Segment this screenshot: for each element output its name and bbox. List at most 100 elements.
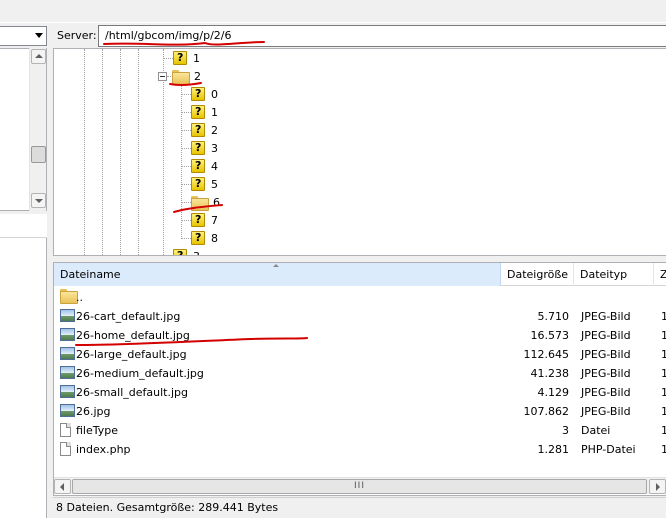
unknown-folder-icon [173,51,187,65]
tree-node[interactable]: 3 [173,248,200,256]
image-file-icon [60,328,75,341]
tree-node[interactable]: 3 [191,140,218,156]
hscroll-thumb[interactable]: III [72,479,647,494]
column-header-filename[interactable]: Dateiname [54,263,501,286]
local-tree-scrollbar[interactable] [29,48,46,211]
tree-node[interactable]: 0 [191,86,218,102]
tree-node-label: 0 [211,87,218,101]
file-row[interactable]: index.php 1.281 PHP-Datei 1 [54,440,666,459]
file-type: JPEG-Bild [581,310,631,323]
scroll-down-button[interactable] [31,193,46,208]
tree-node-expanded[interactable]: 2 [172,68,201,85]
file-row[interactable]: 26-small_default.jpg 4.129 JPEG-Bild 1 [54,383,666,402]
tree-node-label: 1 [211,105,218,119]
file-name: 26-home_default.jpg [76,329,190,342]
toolbar-separator [0,22,666,23]
tree-guide-line [181,184,191,185]
tree-guide-line [181,94,191,95]
remote-file-list[interactable]: Dateiname Dateigröße Dateityp Z .. 26-ca… [53,262,666,496]
file-modified: 1 [661,364,666,383]
tree-node[interactable]: 5 [191,176,218,192]
file-name: 26.jpg [76,405,111,418]
file-size: 16.573 [530,329,570,342]
file-type: JPEG-Bild [581,329,631,342]
column-header-modified[interactable]: Z [654,263,666,286]
file-name: fileType [76,424,119,437]
folder-icon [191,195,209,211]
column-header-label: Z [660,268,666,281]
tree-node[interactable]: 2 [191,122,218,138]
file-size: 41.238 [530,367,570,380]
tree-guide-line [138,49,139,255]
scroll-up-button[interactable] [31,49,46,64]
arrow-down-icon [35,199,43,203]
server-path-input[interactable]: /html/gbcom/img/p/2/6 [98,25,666,47]
file-modified: 1 [661,383,666,402]
image-file-icon [60,347,75,360]
tree-node[interactable]: 7 [191,212,218,228]
file-type: JPEG-Bild [581,405,631,418]
tree-node-label: 4 [211,159,218,173]
file-row-parent-dir[interactable]: .. [54,288,666,307]
file-modified: 1 [661,326,666,345]
unknown-folder-icon [191,123,205,137]
tree-node[interactable]: 8 [191,230,218,246]
tree-guide-line [181,85,182,239]
file-list-hscrollbar[interactable]: III [54,477,666,494]
image-file-icon [60,404,75,417]
unknown-folder-icon [191,177,205,191]
tree-guide-line [120,49,121,255]
arrow-left-icon [60,483,64,491]
unknown-folder-icon [173,249,187,255]
unknown-folder-icon [191,159,205,173]
tree-node[interactable]: 1 [173,50,200,66]
file-row[interactable]: fileType 3 Datei 1 [54,421,666,440]
tree-node[interactable]: 4 [191,158,218,174]
tree-node[interactable]: 1 [191,104,218,120]
tree-guide-line [163,58,173,59]
file-modified: 1 [661,307,666,326]
tree-node-label: 2 [194,69,201,83]
tree-guide-line [181,112,191,113]
file-row[interactable]: 26.jpg 107.862 JPEG-Bild 1 [54,402,666,421]
tree-node-label: 1 [193,51,200,65]
column-header-filetype[interactable]: Dateityp [574,263,654,286]
scroll-thumb[interactable] [31,146,46,163]
tree-node-label: 2 [211,123,218,137]
tree-node-label: 3 [193,249,200,256]
file-modified: 1 [661,440,666,459]
unknown-folder-icon [191,231,205,245]
file-name: .. [76,291,83,304]
file-row[interactable]: 26-medium_default.jpg 41.238 JPEG-Bild 1 [54,364,666,383]
file-row[interactable]: 26-large_default.jpg 112.645 JPEG-Bild 1 [54,345,666,364]
scroll-right-button[interactable] [649,479,666,494]
tree-node-label: 6 [213,195,220,209]
file-size: 1.281 [537,443,570,456]
unknown-folder-icon [191,87,205,101]
file-type: JPEG-Bild [581,348,631,361]
remote-directory-tree[interactable]: 1 2 0 1 2 3 4 5 6 7 8 3 [53,48,666,256]
local-file-list-header[interactable] [0,214,47,238]
file-name: index.php [76,443,131,456]
tree-node-selected[interactable]: 6 [191,194,220,211]
local-file-list[interactable] [0,214,47,518]
scroll-left-button[interactable] [54,479,71,494]
tree-guide-line [181,220,191,221]
file-icon [60,423,71,437]
unknown-folder-icon [191,105,205,119]
file-row[interactable]: 26-home_default.jpg 16.573 JPEG-Bild 1 [54,326,666,345]
file-list-header: Dateiname Dateigröße Dateityp Z [54,263,666,286]
status-bar: 8 Dateien. Gesamtgröße: 289.441 Bytes [53,497,666,518]
file-row[interactable]: 26-cart_default.jpg 5.710 JPEG-Bild 1 [54,307,666,326]
tree-guide-line [181,130,191,131]
file-size: 3 [562,424,569,437]
chevron-down-icon[interactable] [35,33,43,38]
collapse-toggle[interactable] [158,72,167,81]
unknown-folder-icon [191,141,205,155]
local-path-combo[interactable] [0,26,47,46]
file-type: JPEG-Bild [581,367,631,380]
file-size: 107.862 [523,405,570,418]
file-name: 26-cart_default.jpg [76,310,181,323]
column-header-filesize[interactable]: Dateigröße [501,263,574,286]
image-file-icon [60,385,75,398]
